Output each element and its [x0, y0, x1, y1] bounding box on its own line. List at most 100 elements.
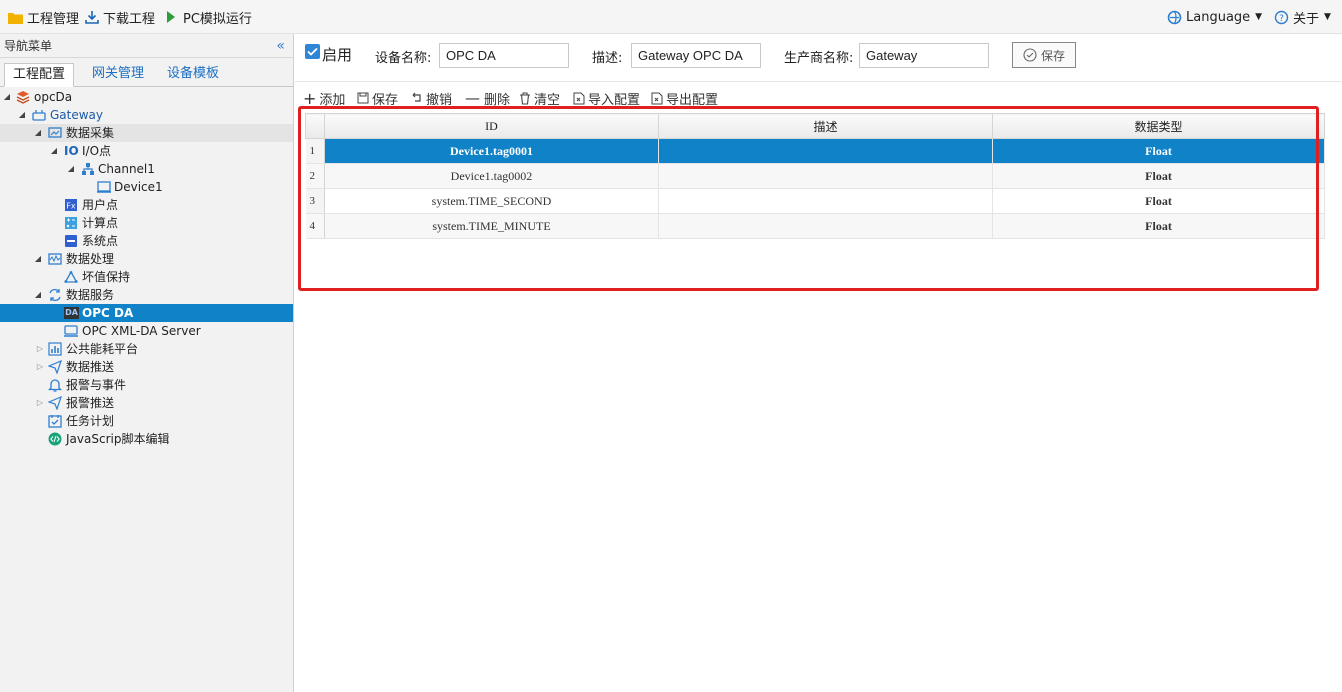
- help-icon: ?: [1274, 10, 1289, 24]
- send-icon: [48, 396, 62, 410]
- expand-toggle-icon[interactable]: ◢: [33, 124, 43, 142]
- cell-id[interactable]: Device1.tag0002: [324, 163, 659, 189]
- play-icon: [167, 11, 175, 23]
- column-header-desc[interactable]: 描述: [658, 113, 993, 139]
- delete-button[interactable]: — 删除: [465, 89, 510, 108]
- cell-desc[interactable]: [658, 138, 993, 164]
- import-config-button[interactable]: 导入配置: [573, 89, 641, 108]
- tree-node-js-editor[interactable]: JavaScrip脚本编辑: [0, 430, 293, 448]
- tree-node-gateway[interactable]: ◢ Gateway: [0, 106, 293, 124]
- tree-label: 公共能耗平台: [66, 342, 139, 356]
- expand-toggle-icon[interactable]: ◢: [17, 106, 27, 124]
- tree-node-alarm-push[interactable]: ▷ 报警推送: [0, 394, 293, 412]
- tab-device-template[interactable]: 设备模板: [159, 63, 227, 87]
- expand-toggle-icon[interactable]: ◢: [66, 160, 76, 178]
- enable-checkbox[interactable]: [305, 44, 320, 59]
- import-config-label: 导入配置: [588, 92, 641, 108]
- bell-icon: [48, 379, 62, 392]
- form-save-button[interactable]: 保存: [1012, 42, 1076, 68]
- tree-node-user-points[interactable]: Fx 用户点: [0, 196, 293, 214]
- cell-desc[interactable]: [658, 163, 993, 189]
- expand-toggle-icon[interactable]: ▷: [35, 340, 45, 358]
- cell-id[interactable]: system.TIME_MINUTE: [324, 213, 659, 239]
- tree-node-alarm-event[interactable]: 报警与事件: [0, 376, 293, 394]
- collapse-icon[interactable]: «: [276, 34, 285, 58]
- nav-header-title: 导航菜单: [4, 39, 53, 53]
- tree-node-device1[interactable]: Device1: [0, 178, 293, 196]
- undo-label: 撤销: [426, 92, 453, 108]
- export-config-button[interactable]: 导出配置: [651, 89, 718, 108]
- expand-toggle-icon[interactable]: ◢: [2, 88, 12, 106]
- save-button[interactable]: 保存: [357, 89, 398, 108]
- tree-node-calc-points[interactable]: 计算点: [0, 214, 293, 232]
- column-header-id[interactable]: ID: [324, 113, 659, 139]
- tree-node-public-energy[interactable]: ▷ 公共能耗平台: [0, 340, 293, 358]
- wave-monitor-icon: [48, 253, 62, 265]
- tab-gateway-mgmt[interactable]: 网关管理: [84, 63, 152, 87]
- tree-node-data-service[interactable]: ◢ 数据服务: [0, 286, 293, 304]
- vendor-input[interactable]: [859, 43, 989, 68]
- expand-toggle-icon[interactable]: ◢: [33, 286, 43, 304]
- folder-icon: [8, 12, 23, 24]
- language-dropdown[interactable]: Language ▼: [1167, 8, 1262, 26]
- row-number: 4: [305, 213, 325, 239]
- row-number: 2: [305, 163, 325, 189]
- caret-down-icon: ▼: [1255, 12, 1263, 22]
- cell-type[interactable]: Float: [992, 163, 1325, 189]
- undo-button[interactable]: 撤销: [411, 89, 453, 108]
- tree-label: 数据服务: [66, 288, 115, 302]
- chart-monitor-icon: [48, 127, 62, 138]
- desc-input[interactable]: [631, 43, 761, 68]
- table-row[interactable]: 2 Device1.tag0002 Float: [305, 163, 1325, 189]
- tree-node-opc-da[interactable]: DA OPC DA: [0, 304, 293, 322]
- tree-node-io-points[interactable]: ◢ IO I/O点: [0, 142, 293, 160]
- main-panel: 启用 设备名称: 描述: 生产商名称: 保存 + 添加 保存 撤销 — 删除: [295, 34, 1342, 692]
- cell-id[interactable]: Device1.tag0001: [324, 138, 659, 164]
- tab-project-config[interactable]: 工程配置: [4, 63, 75, 87]
- minus-icon: —: [465, 89, 480, 107]
- table-row[interactable]: 1 Device1.tag0001 Float: [305, 138, 1325, 164]
- globe-refresh-icon: [1167, 10, 1182, 24]
- tree-node-task-plan[interactable]: 任务计划: [0, 412, 293, 430]
- device-name-input[interactable]: [439, 43, 569, 68]
- tree-label: 报警与事件: [66, 378, 127, 392]
- tree-node-opcda[interactable]: ◢ opcDa: [0, 88, 293, 106]
- pc-sim-run-button[interactable]: PC模拟运行: [166, 8, 252, 27]
- sidebar: 导航菜单 « 工程配置 网关管理 设备模板 ◢ opcDa ◢ Gateway …: [0, 34, 294, 692]
- device-name-label: 设备名称:: [375, 51, 432, 66]
- top-toolbar: 工程管理 下载工程 PC模拟运行 Language ▼ ? 关于 ▼: [0, 0, 1342, 34]
- tree-node-data-collection[interactable]: ◢ 数据采集: [0, 124, 293, 142]
- cell-id[interactable]: system.TIME_SECOND: [324, 188, 659, 214]
- tree-label: JavaScrip脚本编辑: [66, 432, 170, 446]
- about-label: 关于: [1293, 11, 1320, 27]
- excel-import-icon: [573, 92, 585, 104]
- tree-node-system-points[interactable]: 系统点: [0, 232, 293, 250]
- caret-down-icon: ▼: [1324, 12, 1331, 22]
- table-row[interactable]: 4 system.TIME_MINUTE Float: [305, 213, 1325, 239]
- expand-toggle-icon[interactable]: ▷: [35, 358, 45, 376]
- expand-toggle-icon[interactable]: ◢: [49, 142, 59, 160]
- svg-text:?: ?: [1279, 14, 1284, 24]
- clear-button[interactable]: 清空: [519, 89, 560, 108]
- download-project-button[interactable]: 下载工程: [85, 8, 155, 27]
- tree-node-data-push[interactable]: ▷ 数据推送: [0, 358, 293, 376]
- cell-desc[interactable]: [658, 188, 993, 214]
- layers-icon: [16, 91, 30, 104]
- table-row[interactable]: 3 system.TIME_SECOND Float: [305, 188, 1325, 214]
- cell-type[interactable]: Float: [992, 138, 1325, 164]
- project-mgmt-button[interactable]: 工程管理: [8, 8, 79, 27]
- tree-node-data-processing[interactable]: ◢ 数据处理: [0, 250, 293, 268]
- tree-node-channel1[interactable]: ◢ Channel1: [0, 160, 293, 178]
- about-dropdown[interactable]: ? 关于 ▼: [1274, 8, 1331, 27]
- expand-toggle-icon[interactable]: ◢: [33, 250, 43, 268]
- column-header-type[interactable]: 数据类型: [992, 113, 1325, 139]
- tree-node-bad-value-hold[interactable]: 坏值保持: [0, 268, 293, 286]
- tree-node-opc-xml-da-server[interactable]: OPC XML-DA Server: [0, 322, 293, 340]
- expand-toggle-icon[interactable]: ▷: [35, 394, 45, 412]
- cell-type[interactable]: Float: [992, 188, 1325, 214]
- form-save-label: 保存: [1040, 48, 1065, 63]
- cell-desc[interactable]: [658, 213, 993, 239]
- send-icon: [48, 360, 62, 374]
- cell-type[interactable]: Float: [992, 213, 1325, 239]
- add-button[interactable]: + 添加: [303, 89, 345, 108]
